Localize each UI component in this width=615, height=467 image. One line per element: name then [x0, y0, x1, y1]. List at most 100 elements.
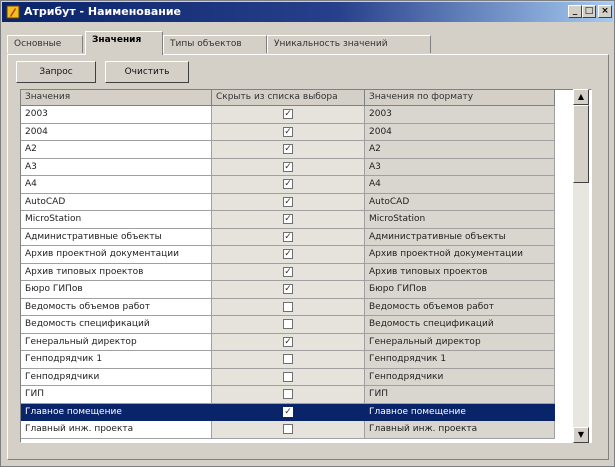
- tab-values[interactable]: Значения: [85, 31, 163, 55]
- hide-checkbox[interactable]: ✓: [283, 336, 293, 347]
- hide-checkbox[interactable]: [283, 301, 293, 312]
- formatted-value-cell[interactable]: A4: [365, 176, 555, 194]
- hide-cell: ✓: [212, 228, 365, 246]
- value-cell[interactable]: Генеральный директор: [21, 333, 212, 351]
- formatted-value-cell[interactable]: Административные объекты: [365, 228, 555, 246]
- table-row[interactable]: Главное помещение ✓ Главное помещение: [21, 403, 555, 421]
- hide-checkbox[interactable]: [283, 424, 293, 434]
- table-row[interactable]: A2 ✓ A2: [21, 141, 555, 159]
- scroll-thumb[interactable]: [573, 105, 589, 183]
- hide-checkbox[interactable]: [283, 319, 293, 329]
- hide-checkbox[interactable]: ✓: [283, 196, 293, 207]
- value-cell[interactable]: A2: [21, 141, 212, 159]
- table-row[interactable]: Главный инж. проекта Главный инж. проекта: [21, 421, 555, 439]
- hide-checkbox[interactable]: ✓: [283, 214, 293, 224]
- formatted-value-cell[interactable]: ГИП: [365, 386, 555, 404]
- formatted-value-cell[interactable]: Ведомость объемов работ: [365, 298, 555, 316]
- tab-object-types[interactable]: Типы объектов: [163, 35, 267, 53]
- formatted-value-cell[interactable]: Бюро ГИПов: [365, 281, 555, 299]
- value-cell[interactable]: Ведомость спецификаций: [21, 316, 212, 334]
- hide-checkbox[interactable]: ✓: [283, 161, 293, 172]
- formatted-value-cell[interactable]: Ведомость спецификаций: [365, 316, 555, 334]
- hide-checkbox[interactable]: ✓: [283, 284, 293, 294]
- tab-value-uniqueness[interactable]: Уникальность значений: [267, 35, 431, 53]
- scroll-down-button[interactable]: ▼: [573, 427, 589, 443]
- formatted-value-cell[interactable]: Архив типовых проектов: [365, 263, 555, 281]
- table-row[interactable]: Бюро ГИПов ✓ Бюро ГИПов: [21, 281, 555, 299]
- column-header-values[interactable]: Значения: [21, 90, 212, 106]
- value-cell[interactable]: Генподрядчик 1: [21, 351, 212, 369]
- hide-checkbox[interactable]: ✓: [283, 266, 293, 277]
- hide-cell: ✓: [212, 246, 365, 264]
- table-row[interactable]: Генеральный директор ✓ Генеральный директо…: [21, 333, 555, 351]
- hide-cell: ✓: [212, 193, 365, 211]
- value-cell[interactable]: Ведомость объемов работ: [21, 298, 212, 316]
- value-cell[interactable]: A4: [21, 176, 212, 194]
- value-cell[interactable]: A3: [21, 158, 212, 176]
- value-cell[interactable]: AutoCAD: [21, 193, 212, 211]
- maximize-button[interactable]: □: [582, 5, 596, 18]
- clear-button[interactable]: Очистить: [105, 61, 189, 83]
- scroll-up-button[interactable]: ▲: [573, 89, 589, 105]
- table-row[interactable]: AutoCAD ✓ AutoCAD: [21, 193, 555, 211]
- table-row[interactable]: MicroStation ✓ MicroStation: [21, 211, 555, 229]
- hide-cell: ✓: [212, 141, 365, 159]
- value-cell[interactable]: Архив проектной документации: [21, 246, 212, 264]
- column-header-hide[interactable]: Скрыть из списка выбора: [212, 90, 365, 106]
- table-row[interactable]: Административные объекты ✓ Административны…: [21, 228, 555, 246]
- column-header-formatted[interactable]: Значения по формату: [365, 90, 555, 106]
- formatted-value-cell[interactable]: Главное помещение: [365, 403, 555, 421]
- hide-checkbox[interactable]: [283, 354, 293, 364]
- value-cell[interactable]: 2003: [21, 106, 212, 124]
- value-cell[interactable]: Административные объекты: [21, 228, 212, 246]
- value-cell[interactable]: Главный инж. проекта: [21, 421, 212, 439]
- table-row[interactable]: Генподрядчик 1 Генподрядчик 1: [21, 351, 555, 369]
- hide-checkbox[interactable]: [283, 371, 293, 382]
- value-cell[interactable]: MicroStation: [21, 211, 212, 229]
- value-cell[interactable]: Генподрядчики: [21, 368, 212, 386]
- formatted-value-cell[interactable]: Генподрядчик 1: [365, 351, 555, 369]
- close-button[interactable]: ×: [598, 5, 612, 18]
- hide-checkbox[interactable]: [283, 389, 293, 399]
- query-button[interactable]: Запрос: [16, 61, 96, 83]
- value-cell[interactable]: 2004: [21, 123, 212, 141]
- hide-checkbox[interactable]: ✓: [283, 144, 293, 154]
- value-cell[interactable]: Главное помещение: [21, 403, 212, 421]
- formatted-value-cell[interactable]: Генподрядчики: [365, 368, 555, 386]
- formatted-value-cell[interactable]: MicroStation: [365, 211, 555, 229]
- minimize-button[interactable]: _: [568, 5, 582, 18]
- hide-checkbox[interactable]: ✓: [283, 249, 293, 259]
- formatted-value-cell[interactable]: 2004: [365, 123, 555, 141]
- hide-checkbox[interactable]: ✓: [283, 126, 293, 137]
- formatted-value-cell[interactable]: A3: [365, 158, 555, 176]
- value-cell[interactable]: ГИП: [21, 386, 212, 404]
- hide-checkbox[interactable]: ✓: [283, 406, 293, 417]
- formatted-value-cell[interactable]: A2: [365, 141, 555, 159]
- hide-checkbox[interactable]: ✓: [283, 179, 293, 189]
- hide-cell: ✓: [212, 211, 365, 229]
- hide-checkbox[interactable]: ✓: [283, 109, 293, 119]
- formatted-value-cell[interactable]: Генеральный директор: [365, 333, 555, 351]
- table-row[interactable]: A3 ✓ A3: [21, 158, 555, 176]
- title-bar[interactable]: Атрибут - Наименование _ □ ×: [2, 2, 613, 22]
- formatted-value-cell[interactable]: AutoCAD: [365, 193, 555, 211]
- table-row[interactable]: ГИП ГИП: [21, 386, 555, 404]
- table-row[interactable]: 2003 ✓ 2003: [21, 106, 555, 124]
- hide-checkbox[interactable]: ✓: [283, 231, 293, 242]
- hide-cell: [212, 351, 365, 369]
- table-row[interactable]: 2004 ✓ 2004: [21, 123, 555, 141]
- table-row[interactable]: Генподрядчики Генподрядчики: [21, 368, 555, 386]
- tab-general[interactable]: Основные: [7, 35, 83, 53]
- value-cell[interactable]: Бюро ГИПов: [21, 281, 212, 299]
- formatted-value-cell[interactable]: 2003: [365, 106, 555, 124]
- table-row[interactable]: Архив типовых проектов ✓ Архив типовых про…: [21, 263, 555, 281]
- table-row[interactable]: Ведомость объемов работ Ведомость объемов…: [21, 298, 555, 316]
- value-cell[interactable]: Архив типовых проектов: [21, 263, 212, 281]
- table-row[interactable]: Ведомость спецификаций Ведомость специфик…: [21, 316, 555, 334]
- table-row[interactable]: A4 ✓ A4: [21, 176, 555, 194]
- table-row[interactable]: Архив проектной документации ✓ Архив проек…: [21, 246, 555, 264]
- hide-cell: [212, 298, 365, 316]
- formatted-value-cell[interactable]: Архив проектной документации: [365, 246, 555, 264]
- vertical-scrollbar[interactable]: ▲ ▼: [573, 89, 589, 443]
- formatted-value-cell[interactable]: Главный инж. проекта: [365, 421, 555, 439]
